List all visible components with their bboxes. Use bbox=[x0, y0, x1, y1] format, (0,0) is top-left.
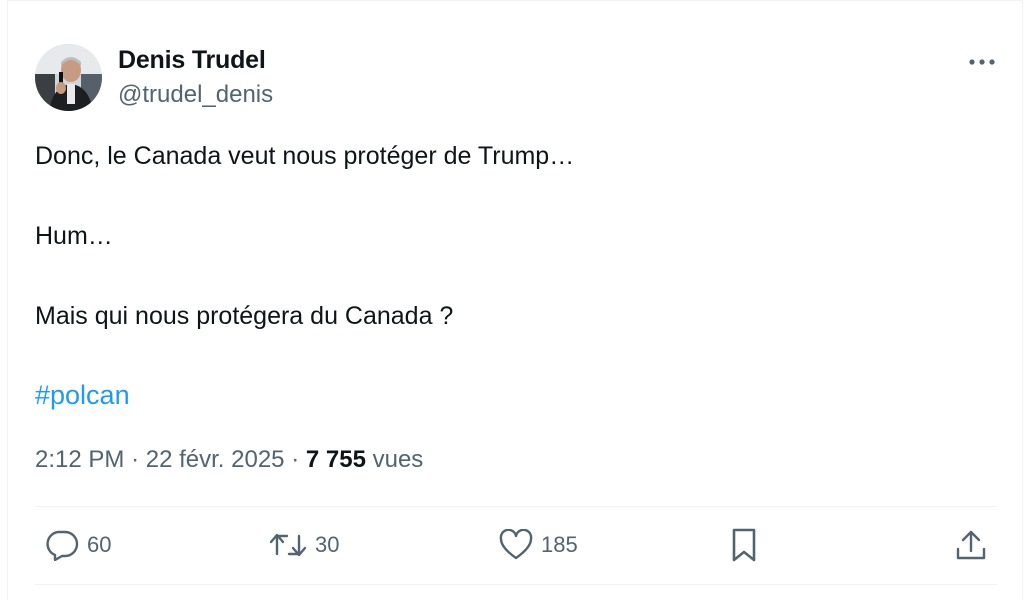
hashtag-link[interactable]: #polcan bbox=[35, 380, 130, 411]
avatar[interactable] bbox=[35, 44, 102, 111]
reply-icon bbox=[46, 530, 79, 561]
more-horizontal-icon bbox=[969, 59, 995, 65]
views-count: 7 755 bbox=[305, 446, 366, 473]
reply-count: 60 bbox=[87, 532, 112, 557]
tweet-time[interactable]: 2:12 PM bbox=[35, 446, 124, 473]
tweet-text-line-1: Donc, le Canada veut nous protéger de Tr… bbox=[35, 142, 575, 170]
author-handle[interactable]: @trudel_denis bbox=[118, 81, 273, 109]
reply-button[interactable]: 60 bbox=[44, 527, 111, 563]
like-button[interactable]: 185 bbox=[498, 527, 578, 563]
repost-button[interactable]: 30 bbox=[268, 527, 339, 563]
repost-icon bbox=[269, 533, 307, 557]
views-label: vues bbox=[372, 446, 424, 473]
divider bbox=[35, 584, 997, 585]
tweet-text-line-2: Hum… bbox=[35, 222, 113, 250]
tweet-date[interactable]: 22 févr. 2025 bbox=[146, 446, 285, 473]
author-name[interactable]: Denis Trudel bbox=[118, 46, 266, 75]
share-button[interactable] bbox=[954, 527, 988, 563]
divider bbox=[35, 506, 997, 507]
tweet-meta: 2:12 PM · 22 févr. 2025 · 7 755 vues bbox=[35, 446, 423, 474]
tweet-text-line-3: Mais qui nous protégera du Canada ? bbox=[35, 302, 454, 330]
repost-count: 30 bbox=[315, 532, 340, 557]
meta-separator: · bbox=[291, 446, 300, 473]
bookmark-button[interactable] bbox=[729, 527, 759, 563]
bookmark-icon bbox=[732, 528, 756, 562]
more-options-button[interactable] bbox=[966, 50, 998, 74]
meta-separator: · bbox=[131, 446, 140, 473]
avatar-photo bbox=[35, 44, 102, 111]
share-icon bbox=[956, 530, 986, 560]
like-count: 185 bbox=[541, 532, 578, 557]
heart-icon bbox=[499, 529, 533, 560]
